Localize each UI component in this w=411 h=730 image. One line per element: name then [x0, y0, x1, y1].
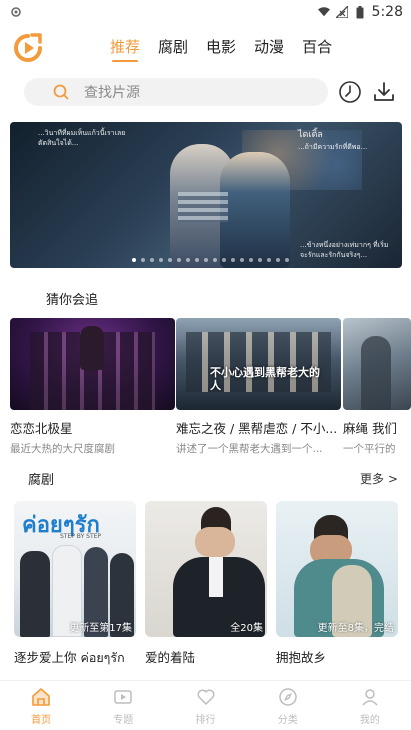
carousel-dot: [132, 258, 136, 262]
poster-subtitle-text: STEP BY STEP: [60, 533, 102, 540]
more-link[interactable]: 更多 >: [360, 470, 398, 487]
drama-card[interactable]: ค่อยๆรัก STEP BY STEP 更新至第17集 逐步爱上你 ค่อย…: [14, 501, 136, 668]
banner-shirt-pattern: [178, 192, 228, 222]
tab-movie[interactable]: 电影: [206, 36, 236, 62]
drama-title: 拥抱故乡: [276, 650, 327, 665]
drama-card[interactable]: 全20集 爱的着陆: [145, 501, 267, 666]
episode-badge: 全20集: [230, 623, 263, 634]
carousel-dot: [285, 258, 289, 262]
recommend-card[interactable]: 不小心遇到黑帮老大的人 难忘之夜 / 黑帮虐恋 / 不小... 讲述了一个黑帮老…: [176, 318, 341, 456]
nav-home[interactable]: 首页: [0, 681, 82, 730]
app-logo-icon[interactable]: [12, 32, 44, 64]
recommend-subtitle: 最近大热的大尺度腐剧: [10, 443, 115, 455]
recommend-subtitle: 讲述了一个黑帮老大遇到一个...: [176, 443, 323, 455]
bottom-navigation: 首页 专题 排行 分类 我的: [0, 680, 411, 730]
category-tabs: 推荐 腐剧 电影 动漫 百合: [110, 36, 332, 62]
nav-profile[interactable]: 我的: [329, 681, 411, 730]
notification-icon: [10, 6, 22, 18]
home-icon: [31, 687, 51, 707]
tab-recommend[interactable]: 推荐: [110, 36, 140, 62]
category-icon: [278, 687, 298, 707]
heart-icon: [196, 687, 216, 707]
recommend-card[interactable]: 恋恋北极星 最近大热的大尺度腐剧: [10, 318, 175, 456]
nav-label: 首页: [31, 715, 52, 726]
drama-poster: 更新至8集，完结: [276, 501, 398, 637]
search-placeholder: 查找片源: [84, 85, 140, 101]
drama-poster: ค่อยๆรัก STEP BY STEP 更新至第17集: [14, 501, 136, 637]
banner-caption-left: ...วินาทีที่ผมเห็นแก้วนี้เราเลยตัดสินใจไ…: [38, 129, 126, 147]
carousel-dot: [150, 258, 154, 262]
episode-badge: 更新至第17集: [69, 623, 132, 634]
tab-gl[interactable]: 百合: [302, 36, 332, 62]
recommend-poster: [10, 318, 175, 410]
nav-category[interactable]: 分类: [247, 681, 329, 730]
banner-caption-right-title: ไดเติ้ล: [298, 130, 323, 140]
drama-poster: 全20集: [145, 501, 267, 637]
banner-figure-right: [220, 152, 290, 268]
carousel-dot: [159, 258, 163, 262]
recommend-subtitle: 一个平行的: [343, 443, 396, 455]
carousel-indicator: [132, 258, 289, 262]
nav-topic[interactable]: 专题: [82, 681, 164, 730]
top-header: 推荐 腐剧 电影 动漫 百合: [0, 28, 411, 70]
section-title-guess: 猜你会追: [46, 293, 99, 308]
episode-badge: 更新至8集，完结: [317, 623, 394, 634]
poster-title-text: 不小心遇到黑帮老大的人: [210, 366, 320, 392]
recommend-card[interactable]: 麻绳 我们 一个平行的: [343, 318, 411, 456]
recommend-title: 恋恋北极星: [10, 421, 73, 436]
tab-anime[interactable]: 动漫: [254, 36, 284, 62]
carousel-dot: [222, 258, 226, 262]
carousel-dot: [204, 258, 208, 262]
nav-label: 分类: [277, 715, 298, 726]
carousel-dot: [231, 258, 235, 262]
nav-ranking[interactable]: 排行: [164, 681, 246, 730]
carousel-dot: [267, 258, 271, 262]
banner-caption-right-sub: ...ถ้ามีความรักที่ดีพอ...: [298, 143, 368, 151]
download-icon[interactable]: [372, 80, 396, 104]
topic-icon: [113, 687, 133, 707]
banner-caption-bottom: ...ข้างหนึ่งอย่างเท่มากๆ ที่เริ่มจะรักแล…: [300, 241, 389, 259]
tab-bl-drama[interactable]: 腐剧: [158, 36, 188, 62]
carousel-dot: [195, 258, 199, 262]
signal-icon: [335, 6, 348, 18]
recommend-poster: 不小心遇到黑帮老大的人: [176, 318, 341, 410]
carousel-dot: [240, 258, 244, 262]
status-time: 5:28: [371, 4, 403, 20]
drama-title: 逐步爱上你 ค่อยๆรัก: [14, 650, 125, 665]
nav-label: 我的: [359, 715, 380, 726]
drama-title: 爱的着陆: [145, 650, 196, 665]
search-icon: [52, 83, 70, 101]
history-clock-icon[interactable]: [338, 80, 362, 104]
carousel-dot: [213, 258, 217, 262]
carousel-dot: [186, 258, 190, 262]
battery-icon: [354, 5, 366, 18]
banner-carousel[interactable]: ...วินาทีที่ผมเห็นแก้วนี้เราเลยตัดสินใจไ…: [10, 122, 402, 268]
profile-icon: [360, 687, 380, 707]
recommend-poster: [343, 318, 411, 410]
nav-label: 专题: [113, 715, 134, 726]
search-input[interactable]: 查找片源: [24, 78, 328, 106]
recommend-title: 麻绳 我们: [343, 421, 397, 436]
recommend-title: 难忘之夜 / 黑帮虐恋 / 不小...: [176, 421, 338, 436]
carousel-dot: [258, 258, 262, 262]
carousel-dot: [249, 258, 253, 262]
section-title-bl: 腐剧: [28, 473, 55, 488]
carousel-dot: [177, 258, 181, 262]
status-bar: 5:28: [0, 0, 411, 24]
wifi-icon: [317, 6, 330, 18]
carousel-dot: [141, 258, 145, 262]
nav-label: 排行: [195, 715, 216, 726]
drama-card[interactable]: 更新至8集，完结 拥抱故乡: [276, 501, 398, 666]
carousel-dot: [168, 258, 172, 262]
carousel-dot: [276, 258, 280, 262]
